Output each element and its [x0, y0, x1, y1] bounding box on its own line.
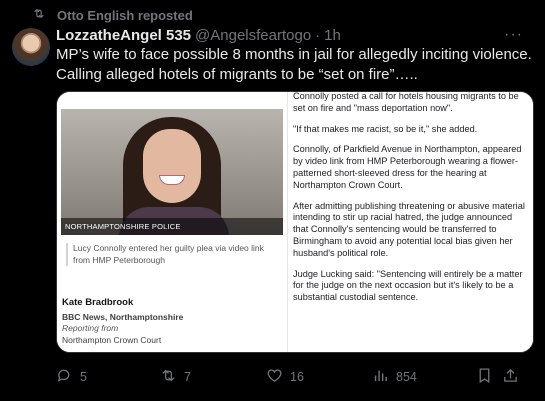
reply-count: 5: [80, 370, 87, 384]
share-icon: [502, 367, 526, 387]
article-body: Connolly posted a call for hotels housin…: [287, 91, 533, 352]
photo-caption: Lucy Connolly entered her guilty plea vi…: [66, 243, 278, 266]
views-button[interactable]: 854: [372, 367, 417, 387]
author-org: BBC News, Northamptonshire: [62, 311, 184, 322]
author-block: Kate Bradbrook BBC News, Northamptonshir…: [62, 297, 183, 346]
analytics-icon: [372, 367, 396, 387]
like-button[interactable]: 16: [266, 367, 304, 387]
article-paragraph: Judge Lucking said: "Sentencing will ent…: [293, 268, 523, 303]
reply-icon: [56, 367, 80, 387]
tweet-header: LozzatheAngel 535 @Angelsfeartogo · 1h: [56, 27, 341, 44]
repost-count: 7: [184, 370, 191, 384]
heart-icon: [266, 367, 290, 387]
bookmark-button[interactable]: [476, 367, 500, 387]
bookmark-icon: [476, 367, 500, 387]
article-paragraph: After admitting publishing threatening o…: [293, 200, 525, 258]
user-handle[interactable]: @Angelsfeartogo: [195, 27, 311, 44]
article-paragraph: "If that makes me racist, so be it," she…: [293, 123, 478, 134]
repost-indicator[interactable]: Otto English reposted: [34, 7, 193, 23]
photo-credit: NORTHAMPTONSHIRE POLICE: [61, 218, 283, 235]
display-name[interactable]: LozzatheAngel 535: [56, 27, 191, 44]
reporting-location: Northampton Crown Court: [62, 334, 162, 345]
article-left-panel: NORTHAMPTONSHIRE POLICE Lucy Connolly en…: [57, 92, 287, 352]
avatar[interactable]: [12, 28, 50, 66]
repost-button[interactable]: 7: [160, 367, 191, 387]
like-count: 16: [290, 370, 304, 384]
repost-icon: [32, 7, 46, 23]
repost-text: Otto English reposted: [57, 7, 193, 23]
separator-dot: ·: [315, 27, 321, 44]
view-count: 854: [396, 370, 417, 384]
author-name: Kate Bradbrook: [62, 297, 134, 308]
article-paragraph: Connolly, of Parkfield Avenue in Northam…: [293, 144, 522, 190]
reply-button[interactable]: 5: [56, 367, 87, 387]
action-bar: 5 7 16 854: [56, 367, 526, 387]
repost-icon: [160, 367, 184, 387]
article-photo: NORTHAMPTONSHIRE POLICE: [61, 109, 283, 235]
reporting-label: Reporting from: [62, 323, 119, 333]
media-attachment[interactable]: NORTHAMPTONSHIRE POLICE Lucy Connolly en…: [56, 91, 534, 353]
timestamp[interactable]: 1h: [324, 27, 341, 44]
share-button[interactable]: [502, 367, 526, 387]
more-options-icon[interactable]: ···: [504, 26, 523, 44]
article-paragraph: Connolly posted a call for hotels housin…: [293, 91, 519, 113]
tweet-text: MP’s wife to face possible 8 months in j…: [56, 46, 532, 83]
